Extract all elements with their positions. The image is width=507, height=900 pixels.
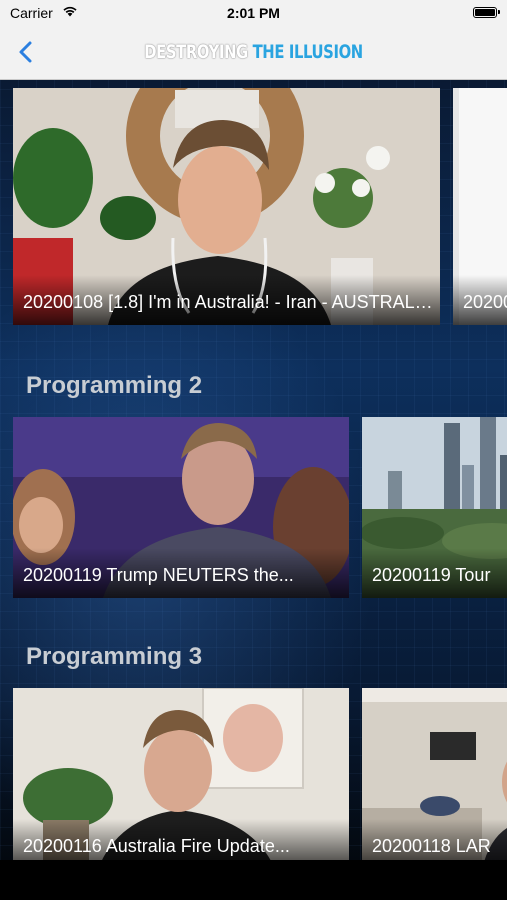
video-row-1: 20200108 [1.8] I'm in Australia! - Iran … xyxy=(0,88,507,328)
logo-text-blue: THE ILLUSION xyxy=(252,41,364,63)
video-feed[interactable]: 20200108 [1.8] I'm in Australia! - Iran … xyxy=(0,80,507,900)
video-row-3: Programming 3 20200116 Australia Fire Up… xyxy=(0,641,507,871)
video-thumbnail[interactable]: 20200108 [1.8] I'm in Australia! - Iran … xyxy=(13,88,440,325)
chevron-left-icon[interactable] xyxy=(12,38,40,66)
navigation-bar: DESTROYING THE ILLUSION xyxy=(0,28,507,80)
video-thumbnail[interactable]: 20200118 LAR xyxy=(362,688,507,869)
bottom-area xyxy=(0,860,507,900)
video-thumbnail[interactable]: 20200 xyxy=(453,88,507,325)
app-logo: DESTROYING THE ILLUSION xyxy=(56,41,451,63)
video-title: 20200119 Tour xyxy=(372,565,491,585)
section-title: Programming 2 xyxy=(26,372,203,399)
video-row-2: Programming 2 20200119 Trump NEUTERS the… xyxy=(0,370,507,600)
video-thumbnail[interactable]: 20200119 Trump NEUTERS the... xyxy=(13,417,349,598)
video-thumbnail[interactable]: 20200119 Tour xyxy=(362,417,507,598)
video-title: 20200108 [1.8] I'm in Australia! - Iran … xyxy=(23,292,434,312)
video-title: 20200 xyxy=(463,292,507,312)
battery-icon xyxy=(473,7,500,18)
logo-text-white: DESTROYING xyxy=(144,41,253,63)
clock: 2:01 PM xyxy=(227,5,280,21)
video-title: 20200116 Australia Fire Update... xyxy=(23,836,290,856)
video-title: 20200118 LAR xyxy=(372,836,491,856)
video-title: 20200119 Trump NEUTERS the... xyxy=(23,565,294,585)
section-title: Programming 3 xyxy=(26,643,203,670)
status-bar: Carrier 2:01 PM xyxy=(0,0,507,28)
video-thumbnail[interactable]: 20200116 Australia Fire Update... xyxy=(13,688,349,869)
